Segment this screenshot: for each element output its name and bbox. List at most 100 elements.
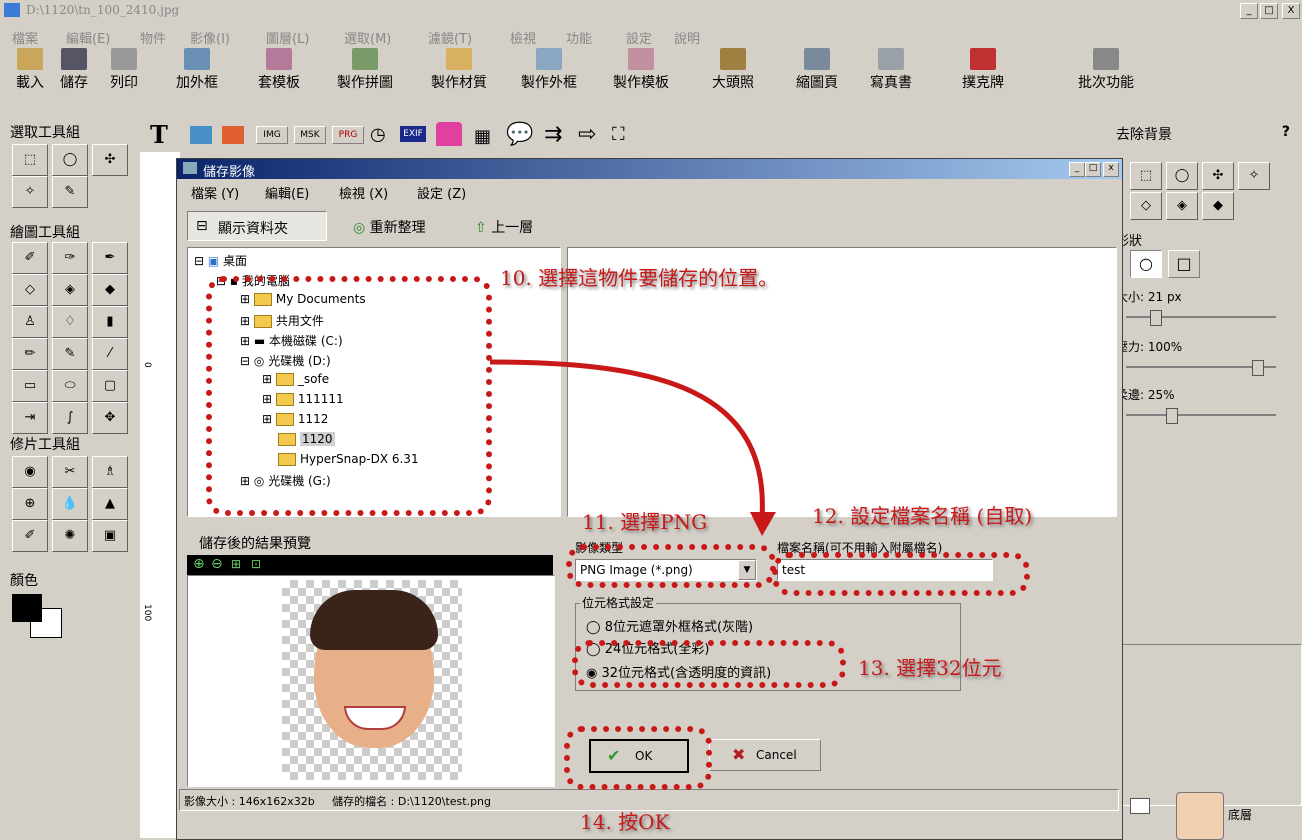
menu-help[interactable]: 說明 [674,28,700,47]
foreground-color[interactable] [12,594,42,622]
maximize-button[interactable]: □ [1260,3,1278,19]
image-obj-icon[interactable] [190,126,212,144]
save-button[interactable]: 儲存 [58,48,90,92]
menu-view[interactable]: 檢視 [510,28,536,47]
headshot-button[interactable]: 大頭照 [706,48,760,92]
poker-button[interactable]: 撲克牌 [956,48,1010,92]
text-tool-icon[interactable]: T [150,120,168,149]
pencil-icon[interactable]: ✏ [12,338,48,370]
batch-button[interactable]: 批次功能 [1066,48,1146,92]
menu-layer[interactable]: 圖層(L) [266,28,309,47]
sunset-obj-icon[interactable] [222,126,244,144]
radio-8bit[interactable]: ◯ 8位元遮罩外框格式(灰階) [586,616,753,635]
dialog-menu-edit[interactable]: 編輯(E) [265,183,309,202]
menu-object[interactable]: 物件 [140,28,166,47]
up-level-button[interactable]: ⇧ 上一層 [475,217,533,237]
menu-filter[interactable]: 濾鏡(T) [428,28,472,47]
roundrect-icon[interactable]: ▢ [92,370,128,402]
dialog-menu-view[interactable]: 檢視 (X) [339,183,388,202]
brush-icon[interactable]: ✐ [12,242,48,274]
dialog-close-button[interactable]: x [1103,162,1119,177]
zoom-in-icon[interactable]: ⊕ [193,556,205,572]
make-template-button[interactable]: 製作模板 [606,48,676,92]
menu-settings[interactable]: 設定 [626,28,652,47]
show-folder-button[interactable]: ⊟ 顯示資料夾 [187,211,327,241]
add-frame-button[interactable]: 加外框 [170,48,224,92]
make-frame-button[interactable]: 製作外框 [514,48,584,92]
eye-icon[interactable] [1130,798,1150,814]
print-button[interactable]: 列印 [108,48,140,92]
rect-icon[interactable]: ▭ [12,370,48,402]
menu-function[interactable]: 功能 [566,28,592,47]
menu-select[interactable]: 選取(M) [344,28,391,47]
stamp-icon[interactable]: ♙ [12,306,48,338]
lasso-icon[interactable]: ✣ [92,144,128,176]
minimize-button[interactable]: _ [1240,3,1258,19]
circle-shape-icon[interactable]: ○ [1130,250,1162,278]
bulb-icon[interactable]: ✺ [52,520,88,552]
line-icon[interactable]: ⇥ [12,402,48,434]
menu-edit[interactable]: 編輯(E) [66,28,110,47]
tree-item-desktop[interactable]: ⊟ ▣ 桌面 [194,252,247,269]
ellipse-mode-icon[interactable]: ◯ [1166,162,1198,190]
load-button[interactable]: 載入 [14,48,46,92]
lipstick-icon[interactable]: ✐ [12,520,48,552]
smudge-mode-icon[interactable]: ◈ [1166,192,1198,220]
gradient-icon[interactable]: ▮ [92,306,128,338]
dialog-minimize-button[interactable]: _ [1069,162,1085,177]
ellipse-icon[interactable]: ⬭ [52,370,88,402]
clone-icon[interactable]: ♗ [92,456,128,488]
size-slider[interactable] [1126,310,1276,326]
template-button[interactable]: 套模板 [252,48,306,92]
blur-icon[interactable]: 💧 [52,488,88,520]
softness-slider[interactable] [1126,408,1276,424]
spray-icon[interactable]: ✒ [92,242,128,274]
restore-mode-icon[interactable]: ◆ [1202,192,1234,220]
magnify-icon[interactable]: ⊕ [12,488,48,520]
refresh-button[interactable]: ◎ 重新整理 [353,217,426,237]
cake-icon[interactable] [436,122,462,146]
speech-bubble-icon[interactable]: 💬 [506,122,533,147]
arrows-icon[interactable]: ⇉ [544,122,562,147]
eraser-icon[interactable]: ◇ [12,274,48,306]
menu-image[interactable]: 影像(I) [190,28,230,47]
brush-select-icon[interactable]: ✎ [52,176,88,208]
magic-wand-icon[interactable]: ✧ [12,176,48,208]
layer-thumbnail[interactable] [1176,792,1224,840]
eyedropper-icon[interactable]: ⁄ [92,338,128,370]
shapes-icon[interactable]: ⛶ [612,124,625,145]
rect-mode-icon[interactable]: ⬚ [1130,162,1162,190]
sharpen-icon[interactable]: ▲ [92,488,128,520]
help-icon[interactable]: ? [1282,124,1290,140]
rect-select-icon[interactable]: ⬚ [12,144,48,176]
actual-size-icon[interactable]: ⊡ [251,557,261,571]
redeye-icon[interactable]: ◉ [12,456,48,488]
msk-button[interactable]: MSK [294,126,326,144]
ellipse-select-icon[interactable]: ◯ [52,144,88,176]
smudge-icon[interactable]: ◈ [52,274,88,306]
arrow-right-icon[interactable]: ⇨ [578,122,596,147]
curve-icon[interactable]: ∫ [52,402,88,434]
close-button[interactable]: X [1282,3,1300,19]
menu-file[interactable]: 檔案 [12,28,38,47]
erase-bg-icon[interactable]: ◆ [92,274,128,306]
pressure-slider[interactable] [1126,360,1276,376]
wand-mode-icon[interactable]: ✧ [1238,162,1270,190]
eraser-mode-icon[interactable]: ◇ [1130,192,1162,220]
move-icon[interactable]: ✥ [92,402,128,434]
texture-button[interactable]: 製作材質 [424,48,494,92]
cancel-button[interactable]: ✖ Cancel [709,739,821,771]
dialog-maximize-button[interactable]: □ [1085,162,1101,177]
clock-icon[interactable]: ◷ [370,124,386,145]
dialog-menu-settings[interactable]: 設定 (Z) [417,183,466,202]
prg-button[interactable]: PRG [332,126,364,144]
square-shape-icon[interactable]: □ [1168,250,1200,278]
thumbnail-page-button[interactable]: 縮圖頁 [790,48,844,92]
picture-icon[interactable]: ▣ [92,520,128,552]
lasso-mode-icon[interactable]: ✣ [1202,162,1234,190]
exif-button[interactable]: EXIF [400,126,426,142]
fit-icon[interactable]: ⊞ [231,557,241,571]
remove-bg-icon[interactable]: ✂ [52,456,88,488]
zoom-out-icon[interactable]: ⊖ [211,556,223,572]
dialog-menu-file[interactable]: 檔案 (Y) [191,183,239,202]
